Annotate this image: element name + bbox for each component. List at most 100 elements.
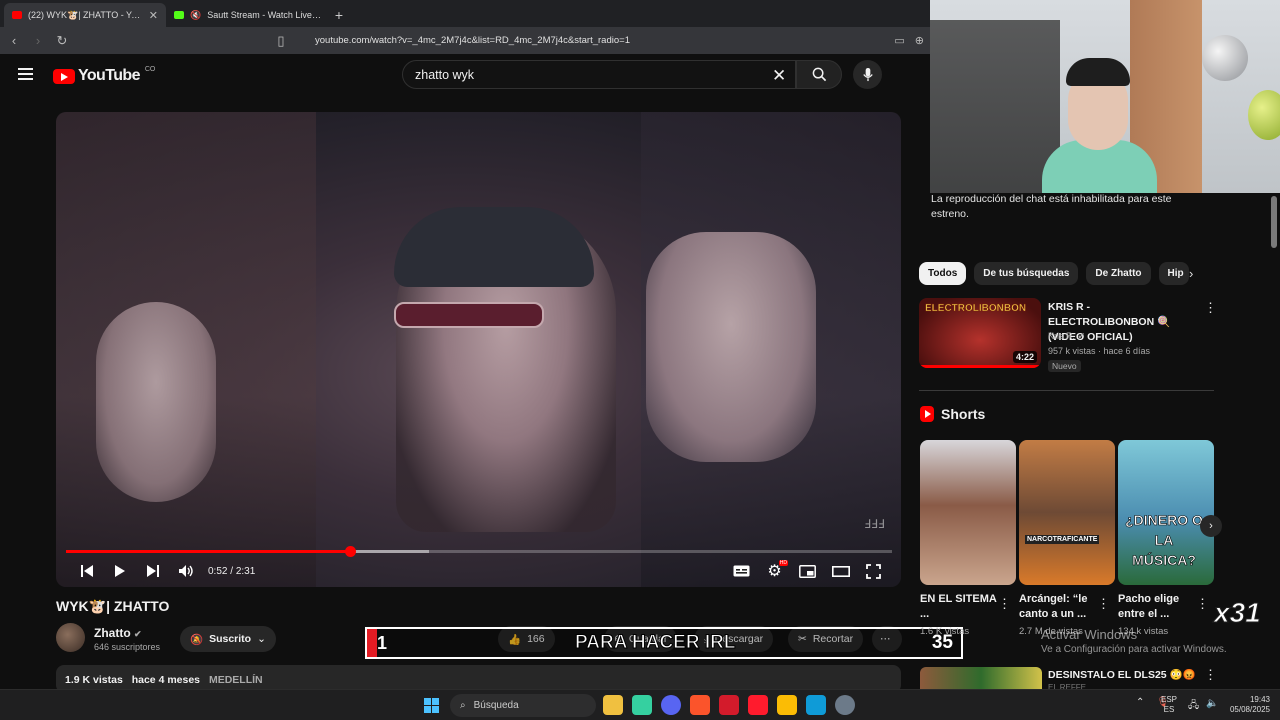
video-duration: 4:22	[1012, 351, 1037, 363]
more-vertical-icon[interactable]: ⋮	[1204, 667, 1217, 683]
more-vertical-icon[interactable]: ⋮	[998, 596, 1011, 612]
channel-name[interactable]: Zhatto ✔	[94, 626, 142, 640]
subscribed-button[interactable]: 🔕 Suscrito ⌄	[180, 626, 276, 652]
opera-icon[interactable]	[748, 695, 768, 715]
progress-bar[interactable]	[66, 546, 892, 557]
file-explorer-icon[interactable]	[603, 695, 623, 715]
subtitles-icon	[733, 565, 750, 577]
fullscreen-button[interactable]	[857, 560, 890, 582]
youtube-logo[interactable]: YouTube CO	[53, 66, 155, 85]
chip-de-tus-busquedas[interactable]: De tus búsquedas	[974, 262, 1079, 285]
new-badge: Nuevo	[1048, 360, 1081, 372]
more-vertical-icon[interactable]: ⋮	[1097, 596, 1110, 612]
more-vertical-icon[interactable]: ⋮	[1196, 596, 1209, 612]
tab-kick[interactable]: 🔇 Sautt Stream - Watch Live on Kick	[166, 3, 329, 27]
recommendation-thumbnail[interactable]: ELECTROLIBONBON 4:22	[919, 298, 1041, 368]
progress-scrubber[interactable]	[345, 546, 357, 557]
shorts-next-button[interactable]: ›	[1200, 515, 1222, 537]
new-tab-button[interactable]: +	[329, 3, 349, 27]
volume-button[interactable]	[169, 560, 202, 582]
bookmark-icon[interactable]: ▯	[273, 33, 289, 49]
video-cap	[394, 207, 594, 287]
theater-mode-button[interactable]	[824, 560, 857, 582]
chip-todos[interactable]: Todos	[919, 262, 967, 285]
short-thumbnail[interactable]	[920, 440, 1016, 585]
taskbar-clock[interactable]: 19:43 05/08/2025	[1226, 695, 1270, 715]
stream-overlay-bar: 1 PARA HACER IRL 35	[365, 627, 963, 659]
cast-icon[interactable]: ▭	[894, 34, 904, 47]
next-button[interactable]	[136, 560, 169, 582]
chip-de-zhatto[interactable]: De Zhatto	[1086, 262, 1151, 285]
miniplayer-button[interactable]	[791, 560, 824, 582]
fullscreen-icon	[866, 563, 881, 579]
tab-youtube[interactable]: (22) WYK🐮| ZHATTO - YouTube ✕	[4, 3, 166, 27]
search-button[interactable]	[796, 60, 842, 89]
stream-multiplier: x31	[1214, 597, 1262, 629]
channel-name-text: Zhatto	[94, 626, 131, 640]
short-thumbnail[interactable]: ¿DINERO O LA MÚSICA?	[1118, 440, 1214, 585]
chat-disabled-message: La reproducción del chat está inhabilita…	[931, 193, 1172, 220]
menu-icon[interactable]	[18, 68, 33, 80]
language-indicator[interactable]: ESP ES	[1161, 695, 1177, 715]
section-divider	[919, 390, 1214, 391]
thumbnail-text: ELECTROLIBONBON	[925, 303, 1027, 315]
chevron-up-icon[interactable]: ⌃	[1136, 697, 1144, 708]
recommendation-channel-text: Kris R.	[1048, 331, 1075, 341]
chip-hip[interactable]: Hip	[1158, 262, 1189, 285]
progress-played	[66, 550, 351, 553]
clock-time: 19:43	[1249, 695, 1270, 704]
microphone-icon	[862, 67, 873, 82]
windows-start-icon[interactable]	[424, 698, 439, 713]
back-icon[interactable]: ‹	[6, 33, 22, 49]
subtitles-button[interactable]	[725, 560, 758, 582]
taskbar-search-placeholder: Búsqueda	[473, 700, 519, 711]
recommendation-channel[interactable]: Kris R. ✔	[1048, 331, 1085, 342]
short-title[interactable]: Pacho elige entre el ...	[1118, 592, 1198, 622]
video-hand-left	[96, 302, 216, 502]
speaker-icon[interactable]: 🔈	[1206, 698, 1218, 709]
brave-icon[interactable]	[690, 695, 710, 715]
video-player[interactable]: ℲℲℲ 0:52 / 2:31 ⚙ HD	[56, 112, 901, 587]
video-watermark: ℲℲℲ	[864, 517, 885, 531]
close-tab-icon[interactable]: ✕	[149, 9, 158, 22]
clear-search-icon[interactable]: ✕	[772, 66, 786, 86]
next-video-thumbnail[interactable]	[920, 667, 1042, 689]
url-field[interactable]: youtube.com/watch?v=_4mc_2M7j4c&list=RD_…	[297, 35, 886, 46]
chevron-down-icon: ⌄	[257, 633, 266, 645]
settings-button[interactable]: ⚙ HD	[758, 560, 791, 582]
webcam-overlay	[930, 0, 1280, 193]
discord-icon[interactable]	[661, 695, 681, 715]
forward-icon[interactable]: ›	[30, 33, 46, 49]
mute-icon[interactable]: 🔇	[190, 10, 201, 21]
search-icon: ⌕	[460, 700, 466, 711]
app-icon[interactable]	[835, 695, 855, 715]
taskbar-search[interactable]: ⌕ Búsqueda	[450, 694, 596, 717]
sidebar-scrollbar[interactable]	[1271, 196, 1277, 248]
short-title[interactable]: EN EL SITEMA ...	[920, 592, 1000, 622]
app-icon[interactable]	[719, 695, 739, 715]
short-thumb-text: ¿DINERO O LA MÚSICA?	[1125, 512, 1203, 569]
voice-search-button[interactable]	[853, 60, 882, 89]
kick-favicon-icon	[174, 11, 184, 19]
windows-activation-watermark: Activar Windows Ve a Configuración para …	[1041, 627, 1227, 655]
screen: (22) WYK🐮| ZHATTO - YouTube ✕ 🔇 Sautt St…	[0, 0, 1280, 720]
chevron-right-icon: ›	[1209, 520, 1213, 532]
channel-avatar[interactable]	[56, 623, 85, 652]
more-vertical-icon[interactable]: ⋮	[1204, 300, 1217, 316]
tab-title: Sautt Stream - Watch Live on Kick	[207, 10, 321, 20]
zoom-icon[interactable]: ⊕	[915, 34, 924, 47]
clock-date: 05/08/2025	[1229, 705, 1270, 714]
chevron-right-icon[interactable]: ›	[1189, 266, 1193, 281]
network-icon[interactable]: 🖧	[1188, 698, 1199, 715]
edge-icon[interactable]	[806, 695, 826, 715]
next-video-title[interactable]: DESINSTALO EL DLS25 😳😡	[1048, 668, 1196, 681]
browser-address-bar: ‹ › ↻ ▯ youtube.com/watch?v=_4mc_2M7j4c&…	[0, 27, 930, 54]
short-title[interactable]: Arcángel: “le canto a un ...	[1019, 592, 1099, 622]
short-thumbnail[interactable]: NARCOTRAFICANTE	[1019, 440, 1115, 585]
reload-icon[interactable]: ↻	[54, 33, 70, 49]
previous-button[interactable]	[70, 560, 103, 582]
app-icon[interactable]	[632, 695, 652, 715]
play-button[interactable]	[103, 560, 136, 582]
search-input[interactable]: zhatto wyk	[402, 60, 796, 89]
chrome-icon[interactable]	[777, 695, 797, 715]
